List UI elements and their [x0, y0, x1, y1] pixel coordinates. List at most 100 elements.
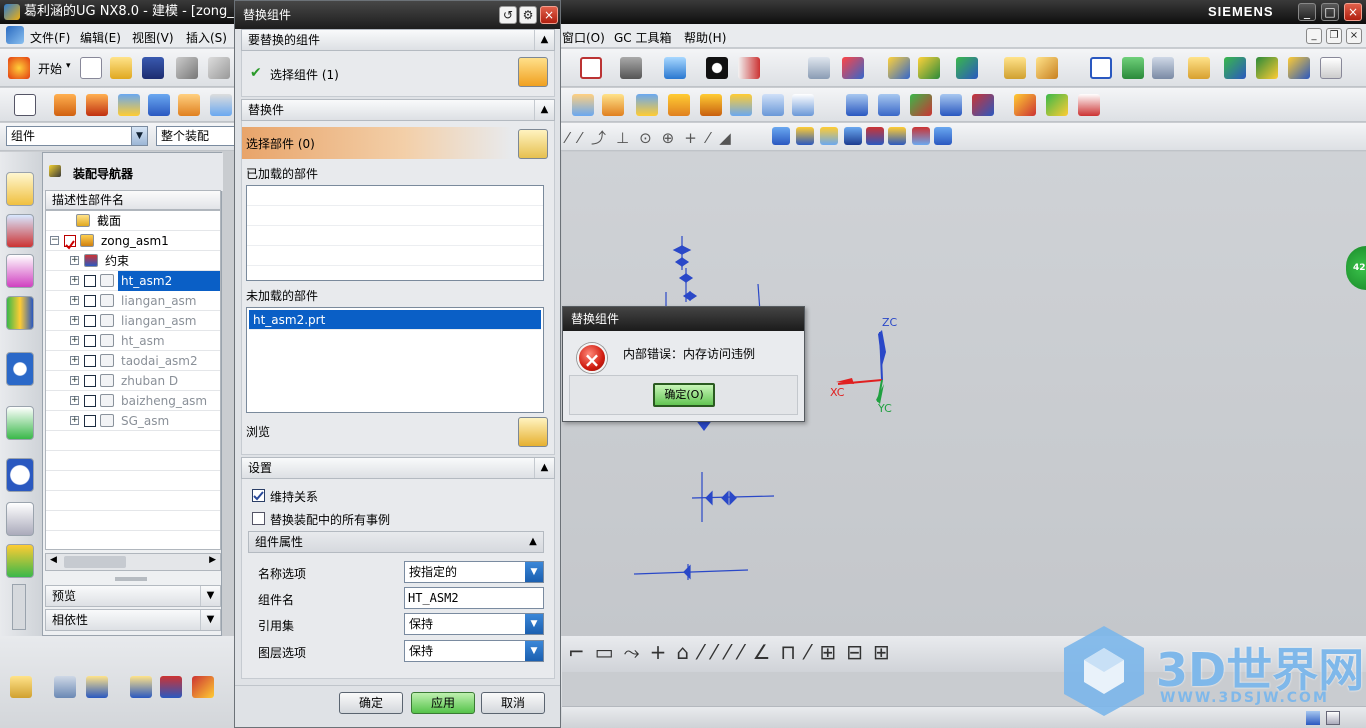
select-part-button[interactable] — [518, 129, 548, 159]
through-curves-icon[interactable] — [972, 94, 994, 116]
info-tab-icon[interactable] — [6, 352, 34, 386]
splitter-handle[interactable] — [115, 577, 147, 581]
menu-help[interactable]: 帮助(H) — [684, 29, 726, 46]
offset-face-icon[interactable] — [636, 94, 658, 116]
ok-button[interactable]: 确定 — [339, 692, 403, 714]
tree-row[interactable]: + liangan_asm — [46, 291, 220, 311]
dialog-close-button[interactable]: × — [540, 6, 558, 24]
chevron-down-icon[interactable]: ▼ — [200, 586, 220, 606]
chevron-down-icon[interactable]: ▼ — [525, 614, 543, 634]
chevron-up-icon[interactable]: ▲ — [534, 30, 554, 50]
menu-gc-toolbox[interactable]: GC 工具箱 — [614, 29, 672, 46]
frame-icon[interactable] — [1090, 57, 1112, 79]
loaded-parts-list[interactable] — [246, 185, 544, 281]
expand-icon[interactable]: + — [70, 396, 79, 405]
visibility-checkbox[interactable] — [64, 235, 76, 250]
surface-icon[interactable] — [846, 94, 868, 116]
list-item[interactable] — [247, 246, 543, 266]
empty-tree-row[interactable] — [46, 531, 220, 549]
expand-icon[interactable]: + — [70, 296, 79, 305]
tree-row[interactable]: 截面 — [46, 211, 220, 231]
create-array-icon[interactable] — [86, 676, 108, 698]
sew-icon[interactable] — [792, 94, 814, 116]
scroll-left-icon[interactable]: ◀ — [50, 555, 57, 565]
tape-icon[interactable] — [1188, 57, 1210, 79]
section-settings-header[interactable]: 设置 ▲ — [241, 457, 555, 479]
layer-option-select[interactable]: 保持 ▼ — [404, 640, 544, 662]
ref-set-select[interactable]: 保持 ▼ — [404, 613, 544, 635]
type-filter-combo[interactable]: 组件 ▼ — [6, 126, 148, 146]
list-item[interactable] — [247, 206, 543, 226]
apply-button[interactable]: 应用 — [411, 692, 475, 714]
analysis-icon[interactable] — [888, 57, 910, 79]
constraint-icon[interactable] — [160, 676, 182, 698]
menu-insert[interactable]: 插入(S) — [186, 29, 227, 46]
resource-scrollbar[interactable] — [12, 584, 26, 630]
blend-icon[interactable] — [178, 94, 200, 116]
expand-icon[interactable]: + — [70, 276, 79, 285]
scope-combo[interactable]: 整个装配 — [156, 126, 240, 146]
component-name-field[interactable] — [404, 587, 544, 609]
empty-tree-row[interactable] — [46, 451, 220, 471]
start-icon[interactable] — [8, 57, 30, 79]
orient-view-icon[interactable] — [664, 57, 686, 79]
maximize-button[interactable]: □ — [1321, 3, 1339, 21]
stack-icon[interactable] — [1122, 57, 1144, 79]
doc-close-button[interactable]: × — [1346, 28, 1362, 44]
visibility-checkbox[interactable] — [84, 275, 96, 287]
sketch-icon[interactable] — [14, 94, 36, 116]
start-dropdown-icon[interactable]: ▾ — [66, 61, 71, 71]
new-component-icon[interactable] — [54, 676, 76, 698]
filter-sheet-icon[interactable] — [934, 127, 952, 145]
menu-view[interactable]: 视图(V) — [132, 29, 174, 46]
doc-restore-button[interactable]: ❐ — [1326, 28, 1342, 44]
replace-all-checkbox[interactable] — [252, 512, 265, 525]
expand-icon[interactable]: + — [70, 376, 79, 385]
history-tab-icon[interactable] — [6, 458, 34, 492]
expand-icon[interactable]: + — [70, 416, 79, 425]
revolve-icon[interactable] — [86, 94, 108, 116]
menu-app-icon[interactable] — [6, 26, 24, 44]
visibility-checkbox[interactable] — [84, 415, 96, 427]
shell-icon[interactable] — [602, 94, 624, 116]
expand-icon[interactable]: + — [70, 256, 79, 265]
curve-icon[interactable] — [910, 94, 932, 116]
fit-view-icon[interactable] — [580, 57, 602, 79]
visibility-checkbox[interactable] — [84, 295, 96, 307]
angle-icon[interactable] — [1036, 57, 1058, 79]
list-item[interactable] — [247, 186, 543, 206]
pin-icon[interactable] — [49, 165, 61, 177]
measure-icon[interactable] — [918, 57, 940, 79]
tree-row[interactable]: + ht_asm — [46, 331, 220, 351]
visibility-checkbox[interactable] — [84, 375, 96, 387]
cubes-icon[interactable] — [1288, 57, 1310, 79]
sketch-tool-icons[interactable]: ⌐▭⤳+⌂⁄⁄⁄⁄∠⊓⁄⊞⊟⊞ — [568, 640, 900, 664]
expand-icon[interactable]: + — [70, 336, 79, 345]
open-folder-icon[interactable] — [110, 57, 132, 79]
copy-icon[interactable] — [208, 57, 230, 79]
scroll-thumb[interactable] — [64, 556, 126, 568]
tree-hscrollbar[interactable]: ◀ ▶ — [45, 553, 221, 571]
chevron-up-icon[interactable]: ▲ — [534, 100, 554, 120]
name-option-select[interactable]: 按指定的 ▼ — [404, 561, 544, 583]
mesh-surface-icon[interactable] — [878, 94, 900, 116]
filter-feature-icon[interactable] — [866, 127, 884, 145]
column-header[interactable]: 描述性部件名 — [45, 190, 221, 210]
keep-relationships-checkbox[interactable] — [252, 489, 265, 502]
swept-icon[interactable] — [1014, 94, 1036, 116]
extrude-icon[interactable] — [54, 94, 76, 116]
browse-folder-button[interactable] — [518, 417, 548, 447]
bridge-icon[interactable] — [1078, 94, 1100, 116]
tree-row[interactable]: − zong_asm1 — [46, 231, 220, 251]
unloaded-part-item[interactable]: ht_asm2.prt — [249, 310, 541, 330]
reuse-library-tab-icon[interactable] — [6, 296, 34, 330]
save-icon[interactable] — [142, 57, 164, 79]
hammer-icon[interactable] — [1256, 57, 1278, 79]
move-object-icon[interactable] — [956, 57, 978, 79]
split-body-icon[interactable] — [700, 94, 722, 116]
system-materials-tab-icon[interactable] — [6, 502, 34, 536]
section-replace-header[interactable]: 要替换的组件 ▲ — [241, 29, 555, 51]
minimize-button[interactable]: _ — [1298, 3, 1316, 21]
thicken-icon[interactable] — [762, 94, 784, 116]
explode-icon[interactable] — [192, 676, 214, 698]
